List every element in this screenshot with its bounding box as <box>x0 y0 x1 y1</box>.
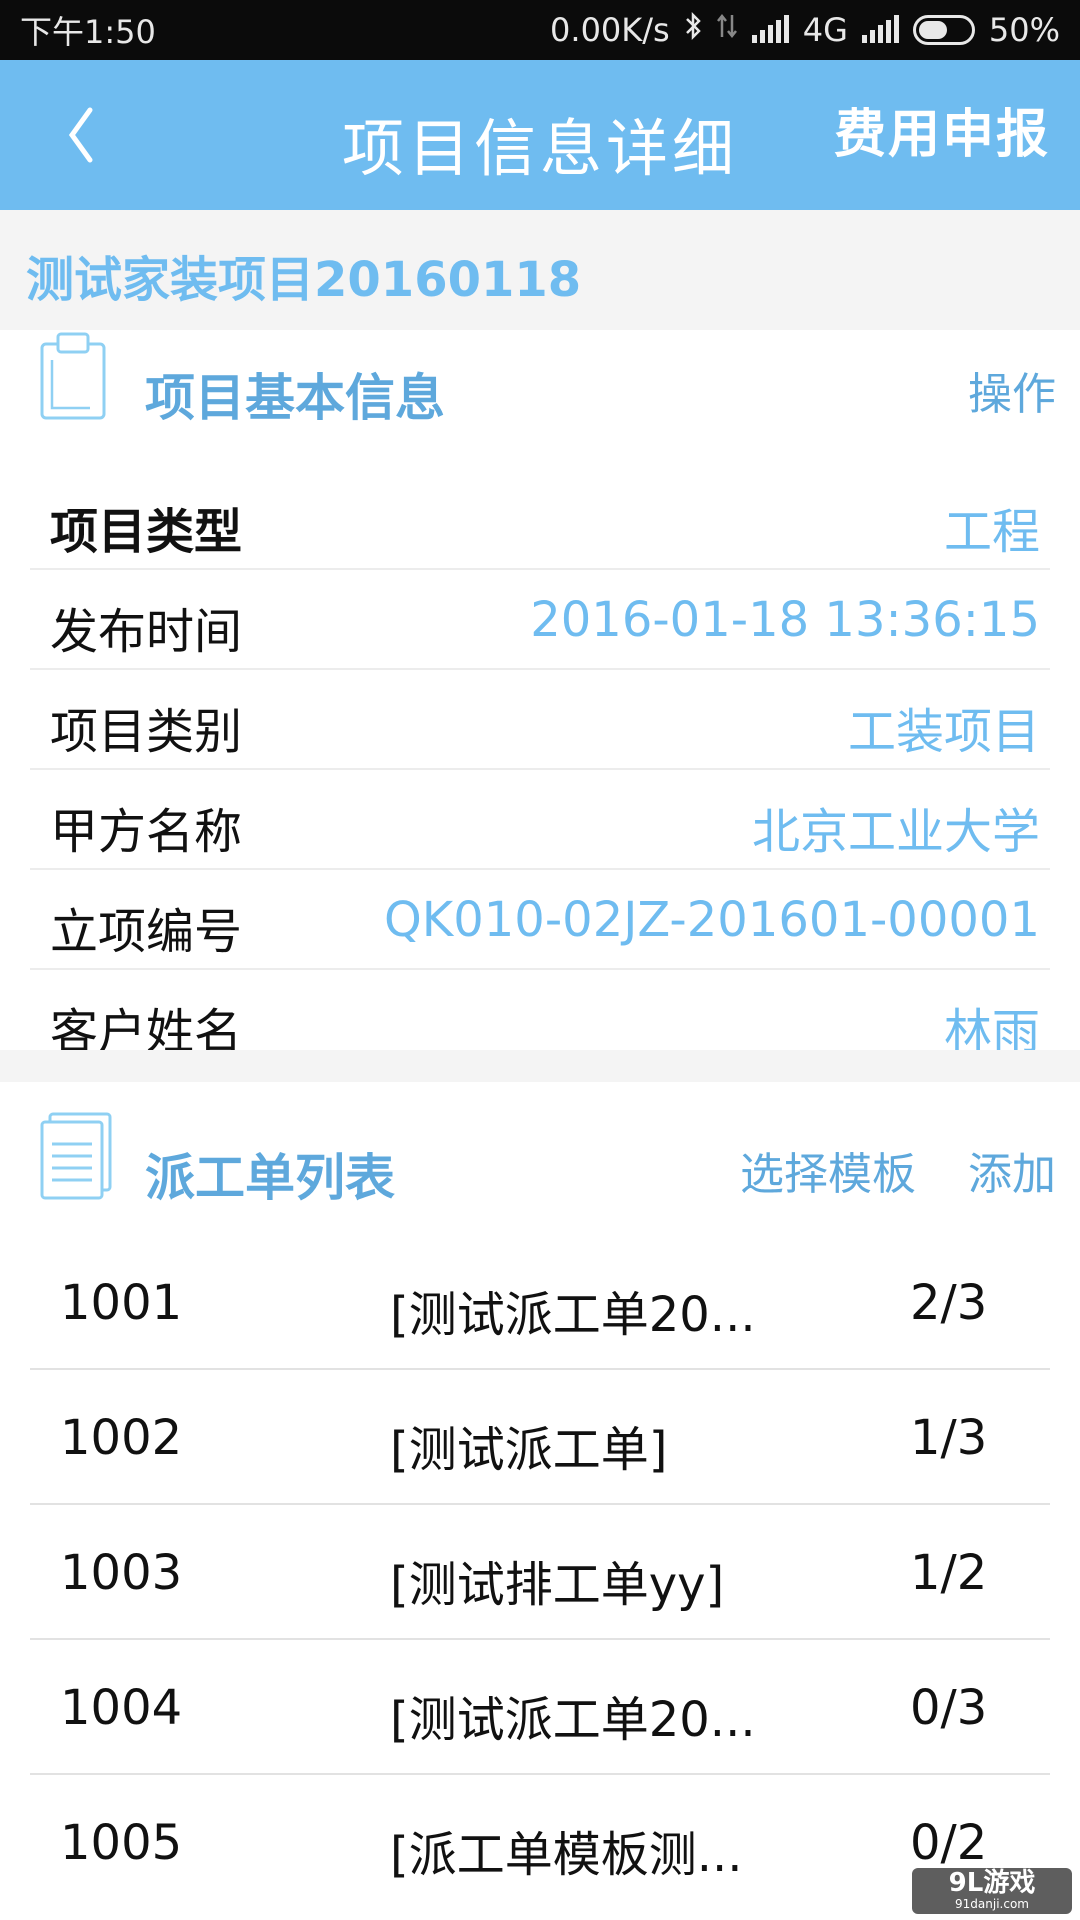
operate-button[interactable]: 操作 <box>968 358 1056 422</box>
signal-icon <box>751 15 789 43</box>
battery-icon <box>912 15 975 45</box>
app-bar: 项目信息详细 费用申报 <box>0 60 1080 210</box>
info-row-project-category: 项目类别 工装项目 <box>30 670 1050 770</box>
info-label: 发布时间 <box>50 604 243 660</box>
clipboard-icon <box>38 330 108 426</box>
info-label: 立项编号 <box>50 904 243 960</box>
table-row[interactable]: 1001 [测试派工单20... 2/3 <box>30 1235 1050 1370</box>
battery-level: 50% <box>988 11 1060 49</box>
section-divider <box>0 1050 1080 1082</box>
info-row-project-number: 立项编号 QK010-02JZ-201601-00001 <box>30 870 1050 970</box>
watermark-logo: 9L游戏 91danji.com <box>912 1868 1072 1914</box>
table-row[interactable]: 1002 [测试派工单] 1/3 <box>30 1370 1050 1505</box>
table-row[interactable]: 1005 [派工单模板测... 0/2 <box>30 1775 1050 1910</box>
order-name: [测试排工单yy] <box>390 1557 725 1613</box>
select-template-button[interactable]: 选择模板 <box>740 1138 916 1202</box>
order-name: [测试派工单] <box>390 1422 668 1478</box>
data-transfer-icon <box>716 11 738 49</box>
document-list-icon <box>38 1110 114 1206</box>
section-title: 派工单列表 <box>145 1149 395 1207</box>
info-value: 北京工业大学 <box>751 804 1040 860</box>
status-time: 下午1:50 <box>20 13 156 51</box>
table-row[interactable]: 1003 [测试排工单yy] 1/2 <box>30 1505 1050 1640</box>
work-order-header: 派工单列表 选择模板 添加 <box>0 1100 1080 1220</box>
order-progress: 0/2 <box>910 1815 988 1871</box>
info-label: 项目类别 <box>50 704 243 760</box>
bluetooth-icon <box>684 11 702 49</box>
basic-info-header: 项目基本信息 操作 <box>0 330 1080 450</box>
info-value: 工程 <box>943 504 1040 560</box>
signal-icon <box>861 15 899 43</box>
order-id: 1002 <box>60 1410 183 1466</box>
basic-info-list: 项目类型 工程 发布时间 2016-01-18 13:36:15 项目类别 工装… <box>30 470 1050 1070</box>
info-row-publish-time: 发布时间 2016-01-18 13:36:15 <box>30 570 1050 670</box>
order-name: [测试派工单20... <box>390 1692 756 1748</box>
order-name: [派工单模板测... <box>390 1827 743 1883</box>
order-id: 1005 <box>60 1815 183 1871</box>
order-name: [测试派工单20... <box>390 1287 756 1343</box>
order-progress: 2/3 <box>910 1275 988 1331</box>
table-row[interactable]: 1004 [测试派工单20... 0/3 <box>30 1640 1050 1775</box>
order-progress: 1/2 <box>910 1545 988 1601</box>
project-name: 测试家装项目20160118 <box>26 252 582 308</box>
info-row-client-name: 甲方名称 北京工业大学 <box>30 770 1050 870</box>
fee-report-button[interactable]: 费用申报 <box>834 92 1050 167</box>
order-id: 1003 <box>60 1545 183 1601</box>
info-label: 甲方名称 <box>50 804 243 860</box>
info-label: 项目类型 <box>50 504 243 560</box>
status-bar: 下午1:50 0.00K/s 4G 50% <box>0 0 1080 60</box>
info-row-project-type: 项目类型 工程 <box>30 470 1050 570</box>
work-order-list: 1001 [测试派工单20... 2/3 1002 [测试派工单] 1/3 10… <box>30 1235 1050 1910</box>
network-type: 4G <box>802 11 848 49</box>
info-value: 工装项目 <box>847 704 1040 760</box>
info-value: 2016-01-18 13:36:15 <box>530 592 1040 648</box>
order-progress: 1/3 <box>910 1410 988 1466</box>
info-value: QK010-02JZ-201601-00001 <box>383 892 1040 948</box>
order-id: 1001 <box>60 1275 183 1331</box>
order-id: 1004 <box>60 1680 183 1736</box>
order-progress: 0/3 <box>910 1680 988 1736</box>
status-indicators: 0.00K/s 4G 50% <box>550 11 1060 49</box>
network-speed: 0.00K/s <box>550 11 670 49</box>
add-button[interactable]: 添加 <box>968 1138 1056 1202</box>
project-name-bar: 测试家装项目20160118 <box>0 210 1080 330</box>
section-title: 项目基本信息 <box>145 369 445 427</box>
watermark-text: 9L游戏 <box>948 1868 1036 1898</box>
watermark-subtext: 91danji.com <box>955 1897 1029 1911</box>
